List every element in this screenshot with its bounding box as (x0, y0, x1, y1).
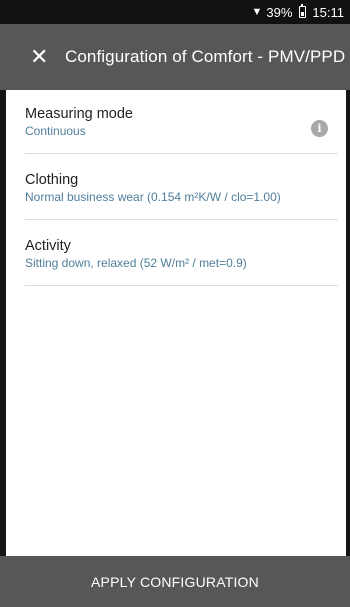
clock-time: 15:11 (312, 4, 344, 20)
battery-percent: 39% (266, 4, 293, 20)
setting-value: Sitting down, relaxed (52 W/m² / met=0.9… (25, 256, 247, 270)
setting-label: Activity (25, 238, 71, 254)
battery-icon (299, 3, 307, 18)
setting-value: Normal business wear (0.154 m²K/W / clo=… (25, 190, 281, 204)
app-bar: ✕ Configuration of Comfort - PMV/PPD (0, 24, 350, 90)
device-frame-right (346, 0, 350, 607)
settings-list: Measuring mode Continuous i Clothing Nor… (25, 90, 338, 286)
setting-activity[interactable]: Activity Sitting down, relaxed (52 W/m² … (25, 220, 338, 286)
setting-value: Continuous (25, 124, 86, 138)
apply-configuration-button[interactable]: APPLY CONFIGURATION (0, 556, 350, 607)
page-title: Configuration of Comfort - PMV/PPD (65, 47, 346, 66)
setting-measuring-mode[interactable]: Measuring mode Continuous i (25, 90, 338, 154)
setting-label: Clothing (25, 172, 79, 188)
status-bar: ▼ 39% 15:11 (0, 0, 350, 24)
device-frame-left (0, 0, 6, 607)
wifi-icon: ▼ (251, 6, 263, 18)
setting-clothing[interactable]: Clothing Normal business wear (0.154 m²K… (25, 154, 338, 220)
setting-label: Measuring mode (25, 106, 133, 122)
info-icon[interactable]: i (311, 120, 328, 137)
close-icon[interactable]: ✕ (30, 46, 48, 68)
apply-button-label: APPLY CONFIGURATION (91, 573, 259, 590)
